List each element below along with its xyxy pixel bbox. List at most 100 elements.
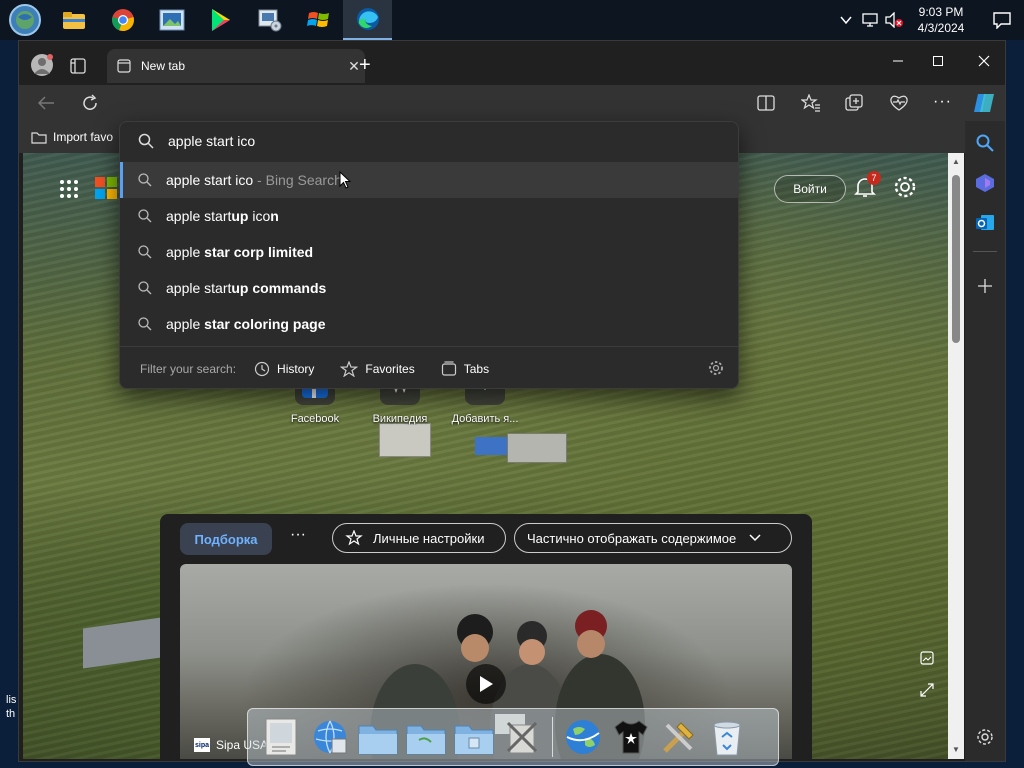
file-explorer-icon[interactable] <box>49 0 98 40</box>
desktop-label-fragment: th <box>6 708 16 720</box>
new-tab-icon[interactable]: + <box>359 55 371 75</box>
split-screen-icon[interactable] <box>757 95 775 116</box>
photos-icon[interactable] <box>147 0 196 40</box>
suggestion-item[interactable]: apple startup commands <box>120 270 738 306</box>
app-launcher-icon[interactable] <box>59 179 79 204</box>
blue-roof-image <box>475 437 509 455</box>
chrome-icon[interactable] <box>98 0 147 40</box>
play-icon[interactable] <box>466 664 506 704</box>
feed-more-icon[interactable]: ··· <box>290 526 306 544</box>
suggestion-text: apple start <box>166 280 232 296</box>
background-image-icon[interactable] <box>920 651 934 670</box>
address-input[interactable]: apple start ico <box>168 133 255 149</box>
feed-tab-selected[interactable]: Подборка <box>180 523 272 555</box>
chevron-down-icon <box>749 534 761 542</box>
suggestion-item[interactable]: apple star corp limited <box>120 234 738 270</box>
filter-history-label: History <box>277 361 315 376</box>
suggestion-text: apple start ico <box>166 172 254 188</box>
suggestion-source: - Bing Search <box>253 172 342 188</box>
shed-image <box>507 433 567 463</box>
suggestion-text: apple <box>166 316 205 332</box>
scroll-thumb[interactable] <box>952 175 960 343</box>
start-orb-icon[interactable] <box>0 0 49 40</box>
search-icon <box>138 245 152 259</box>
page-settings-icon[interactable] <box>893 175 917 199</box>
suggestion-item[interactable]: apple start ico - Bing Search <box>120 162 738 198</box>
star-icon <box>340 360 359 377</box>
preview-icon[interactable] <box>260 715 304 759</box>
browser-essentials-icon[interactable] <box>889 94 909 117</box>
internet-globe-icon[interactable] <box>561 715 605 759</box>
filter-history-button[interactable]: History <box>254 361 314 377</box>
tab-actions-icon[interactable] <box>70 58 86 79</box>
network-icon[interactable] <box>858 0 882 40</box>
tab-new-tab[interactable]: New tab ✕ <box>107 49 365 83</box>
import-favorites-link[interactable]: Import favo <box>53 130 113 144</box>
filter-favorites-button[interactable]: Favorites <box>340 360 415 377</box>
edge-sidebar <box>965 121 1005 761</box>
media-player-icon[interactable] <box>245 0 294 40</box>
edge-icon[interactable] <box>343 0 392 40</box>
trash-icon[interactable] <box>705 715 749 759</box>
sign-in-button[interactable]: Войти <box>774 175 846 203</box>
documents-folder-icon[interactable] <box>404 715 448 759</box>
tile-label: Википедия <box>372 413 428 425</box>
search-icon[interactable] <box>973 131 997 155</box>
personalize-icon <box>345 530 363 546</box>
tshirt-icon[interactable] <box>609 715 653 759</box>
play-store-icon[interactable] <box>196 0 245 40</box>
clock[interactable]: 9:03 PM 4/3/2024 <box>910 4 972 36</box>
add-sidebar-app-icon[interactable] <box>973 274 997 298</box>
applications-folder-icon[interactable] <box>452 715 496 759</box>
network-globe-icon[interactable] <box>308 715 352 759</box>
outlook-icon[interactable] <box>973 211 997 235</box>
dock <box>247 708 779 766</box>
personalize-label: Личные настройки <box>373 530 485 546</box>
notification-icon[interactable] <box>980 0 1024 40</box>
address-toolbar: ··· <box>19 85 1005 121</box>
tab-page-icon <box>117 59 131 73</box>
settings-more-icon[interactable]: ··· <box>933 93 952 111</box>
import-icon <box>31 132 47 144</box>
copilot-icon[interactable] <box>972 91 996 120</box>
shopping-icon[interactable] <box>973 171 997 195</box>
system-tray: 9:03 PM 4/3/2024 <box>834 0 1024 40</box>
search-icon <box>138 133 154 149</box>
volume-muted-icon[interactable] <box>882 0 906 40</box>
tab-title: New tab <box>141 59 186 73</box>
sidebar-settings-icon[interactable] <box>973 725 997 749</box>
profile-avatar-icon[interactable] <box>31 54 53 76</box>
back-icon[interactable] <box>37 95 55 116</box>
tile-label: Добавить я... <box>451 413 519 425</box>
filter-tabs-button[interactable]: Tabs <box>441 360 490 377</box>
clock-date: 4/3/2024 <box>917 21 965 35</box>
taskbar: 9:03 PM 4/3/2024 <box>0 0 1024 40</box>
close-window-icon[interactable] <box>961 47 1007 75</box>
sidebar-divider <box>973 251 997 252</box>
refresh-icon[interactable] <box>81 94 99 117</box>
clock-time: 9:03 PM <box>918 5 964 19</box>
address-input-row[interactable]: apple start ico <box>120 122 738 160</box>
tabs-icon <box>441 360 456 376</box>
tools-icon[interactable] <box>657 715 701 759</box>
expand-icon[interactable] <box>920 683 934 702</box>
suggestion-text: ico <box>248 208 271 224</box>
suggestion-item[interactable]: apple star coloring page <box>120 306 738 342</box>
suggestion-item[interactable]: apple startup icon <box>120 198 738 234</box>
scroll-up-icon[interactable]: ▲ <box>952 157 960 166</box>
filter-tabs-label: Tabs <box>463 361 490 376</box>
utilities-icon[interactable] <box>500 715 544 759</box>
content-display-dropdown[interactable]: Частично отображать содержимое <box>514 523 792 553</box>
search-icon <box>138 317 152 331</box>
notification-badge: 7 <box>867 171 881 185</box>
favorites-icon[interactable] <box>800 93 821 117</box>
maximize-icon[interactable] <box>915 47 961 75</box>
folder-icon[interactable] <box>356 715 400 759</box>
scroll-down-icon[interactable]: ▼ <box>952 745 960 754</box>
page-scrollbar[interactable]: ▲ ▼ <box>948 153 964 759</box>
windows-flag-icon[interactable] <box>294 0 343 40</box>
chevron-up-icon[interactable] <box>834 0 858 40</box>
collections-icon[interactable] <box>845 94 863 117</box>
personalize-button[interactable]: Личные настройки <box>332 523 506 553</box>
filter-settings-icon[interactable] <box>708 360 724 379</box>
